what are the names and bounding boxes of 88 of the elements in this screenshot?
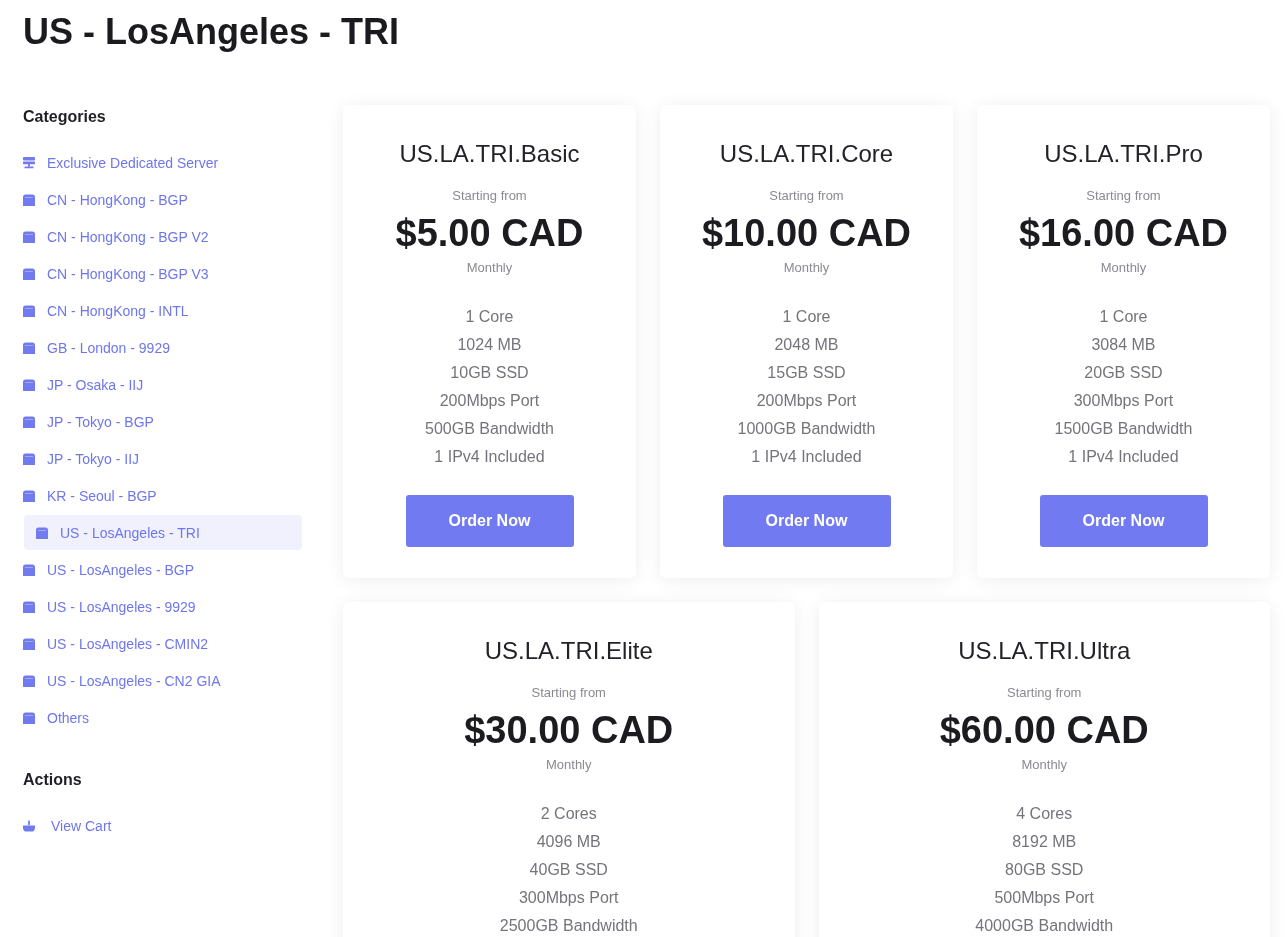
feature-text: 2048 MB bbox=[774, 335, 839, 355]
price-caption: Starting from bbox=[531, 684, 606, 702]
sidebar-link[interactable]: JP - Tokyo - IIJ bbox=[23, 441, 302, 476]
feature-text: 300Mbps Port bbox=[1073, 391, 1174, 411]
price: $60.00 CAD bbox=[939, 708, 1149, 752]
sidebar-link[interactable]: CN - HongKong - BGP V2 bbox=[23, 219, 302, 254]
box-icon bbox=[23, 452, 35, 465]
sidebar-link[interactable]: US - LosAngeles - TRI bbox=[24, 515, 302, 550]
order-button[interactable]: Order Now bbox=[1039, 495, 1208, 547]
box-icon bbox=[23, 341, 35, 354]
billing-cycle: Monthly bbox=[546, 756, 592, 774]
sidebar-link[interactable]: View Cart bbox=[23, 808, 302, 843]
billing-cycle: Monthly bbox=[1021, 756, 1067, 774]
price: $30.00 CAD bbox=[464, 708, 674, 752]
product-name: US.LA.TRI.Pro bbox=[1044, 139, 1203, 169]
box-icon bbox=[23, 193, 35, 206]
sidebar-link[interactable]: CN - HongKong - INTL bbox=[23, 293, 302, 328]
box-icon bbox=[23, 304, 35, 317]
box-icon bbox=[23, 489, 35, 502]
sidebar-link[interactable]: Exclusive Dedicated Server bbox=[23, 145, 302, 180]
feature-text: 200Mbps Port bbox=[439, 391, 540, 411]
box-icon bbox=[23, 674, 35, 687]
price: $10.00 CAD bbox=[701, 211, 912, 255]
feature-text: 2 Cores bbox=[540, 804, 597, 824]
feature-text: 2500GB Bandwidth bbox=[499, 916, 638, 936]
basket-icon bbox=[23, 819, 35, 832]
sidebar-link[interactable]: Others bbox=[23, 700, 302, 735]
feature-text: 1024 MB bbox=[457, 335, 522, 355]
order-button[interactable]: Order Now bbox=[722, 495, 891, 547]
feature-text: 15GB SSD bbox=[767, 363, 846, 383]
product-name: US.LA.TRI.Ultra bbox=[958, 636, 1131, 666]
page-title: US - LosAngeles - TRI bbox=[23, 10, 400, 54]
feature-text: 1500GB Bandwidth bbox=[1054, 419, 1193, 439]
section-heading: Actions bbox=[23, 770, 82, 790]
price: $5.00 CAD bbox=[395, 211, 584, 255]
product-name: US.LA.TRI.Elite bbox=[484, 636, 653, 666]
feature-text: 200Mbps Port bbox=[756, 391, 857, 411]
sidebar-link[interactable]: JP - Tokyo - BGP bbox=[23, 404, 302, 439]
box-icon bbox=[23, 230, 35, 243]
box-icon bbox=[23, 600, 35, 613]
sidebar-link[interactable]: US - LosAngeles - CN2 GIA bbox=[23, 663, 302, 698]
price-caption: Starting from bbox=[452, 187, 527, 205]
feature-text: 10GB SSD bbox=[450, 363, 529, 383]
billing-cycle: Monthly bbox=[783, 259, 830, 277]
box-icon bbox=[23, 637, 35, 650]
box-icon bbox=[36, 526, 48, 539]
box-icon bbox=[23, 711, 35, 724]
server-icon bbox=[23, 156, 35, 169]
feature-text: 1 IPv4 Included bbox=[1068, 447, 1179, 467]
price-caption: Starting from bbox=[1007, 684, 1082, 702]
feature-text: 1 Core bbox=[465, 307, 514, 327]
feature-text: 4096 MB bbox=[536, 832, 601, 852]
feature-text: 1 Core bbox=[1099, 307, 1148, 327]
product-name: US.LA.TRI.Basic bbox=[399, 139, 580, 169]
feature-text: 500GB Bandwidth bbox=[425, 419, 554, 439]
sidebar-link[interactable]: JP - Osaka - IIJ bbox=[23, 367, 302, 402]
feature-text: 1 IPv4 Included bbox=[751, 447, 862, 467]
feature-text: 300Mbps Port bbox=[518, 888, 619, 908]
price-caption: Starting from bbox=[1086, 187, 1161, 205]
feature-text: 1 IPv4 Included bbox=[434, 447, 545, 467]
feature-text: 20GB SSD bbox=[1084, 363, 1163, 383]
sidebar-link[interactable]: US - LosAngeles - 9929 bbox=[23, 589, 302, 624]
billing-cycle: Monthly bbox=[466, 259, 513, 277]
sidebar-link[interactable]: CN - HongKong - BGP V3 bbox=[23, 256, 302, 291]
feature-text: 3084 MB bbox=[1091, 335, 1156, 355]
box-icon bbox=[23, 563, 35, 576]
product-name: US.LA.TRI.Core bbox=[719, 139, 894, 169]
order-button[interactable]: Order Now bbox=[405, 495, 574, 547]
billing-cycle: Monthly bbox=[1100, 259, 1147, 277]
sidebar-link[interactable]: US - LosAngeles - CMIN2 bbox=[23, 626, 302, 661]
feature-text: 1 Core bbox=[782, 307, 831, 327]
sidebar-link[interactable]: CN - HongKong - BGP bbox=[23, 182, 302, 217]
section-heading: Categories bbox=[23, 107, 106, 127]
feature-text: 80GB SSD bbox=[1005, 860, 1084, 880]
box-icon bbox=[23, 415, 35, 428]
feature-text: 4000GB Bandwidth bbox=[975, 916, 1114, 936]
feature-text: 40GB SSD bbox=[529, 860, 608, 880]
feature-text: 4 Cores bbox=[1016, 804, 1073, 824]
sidebar-link[interactable]: US - LosAngeles - BGP bbox=[23, 552, 302, 587]
box-icon bbox=[23, 378, 35, 391]
price-caption: Starting from bbox=[769, 187, 844, 205]
sidebar-link[interactable]: KR - Seoul - BGP bbox=[23, 478, 302, 513]
price: $16.00 CAD bbox=[1018, 211, 1229, 255]
feature-text: 500Mbps Port bbox=[994, 888, 1095, 908]
box-icon bbox=[23, 267, 35, 280]
feature-text: 1000GB Bandwidth bbox=[737, 419, 876, 439]
sidebar-link[interactable]: GB - London - 9929 bbox=[23, 330, 302, 365]
feature-text: 8192 MB bbox=[1012, 832, 1077, 852]
